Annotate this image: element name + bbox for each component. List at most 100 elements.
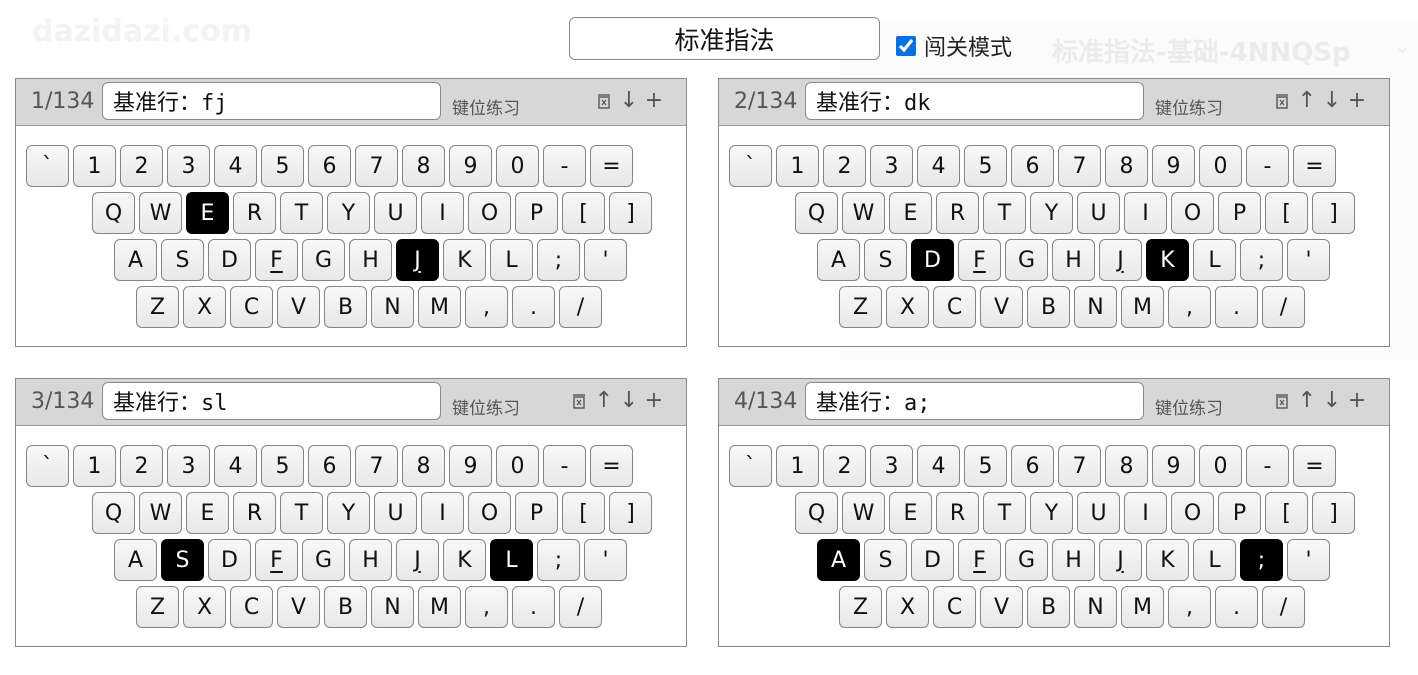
key[interactable]: .	[1215, 286, 1258, 328]
key[interactable]: L	[490, 239, 533, 281]
key[interactable]: L	[490, 539, 533, 581]
key[interactable]: J	[396, 539, 439, 581]
add-icon[interactable]: +	[644, 389, 664, 413]
key[interactable]: S	[864, 539, 907, 581]
key[interactable]: 7	[1058, 445, 1101, 487]
key[interactable]: P	[1218, 192, 1261, 234]
key[interactable]: O	[468, 192, 511, 234]
key[interactable]: 3	[167, 145, 210, 187]
key[interactable]: 4	[917, 145, 960, 187]
key[interactable]: I	[421, 192, 464, 234]
key[interactable]: ,	[1168, 586, 1211, 628]
key[interactable]: X	[886, 286, 929, 328]
key[interactable]: V	[980, 586, 1023, 628]
key[interactable]: F	[958, 539, 1001, 581]
key[interactable]: 4	[214, 145, 257, 187]
key[interactable]: 5	[261, 445, 304, 487]
key[interactable]: A	[817, 239, 860, 281]
key[interactable]: W	[842, 192, 885, 234]
key[interactable]: Y	[327, 492, 370, 534]
lesson-name-input[interactable]	[102, 82, 441, 120]
key[interactable]: K	[443, 239, 486, 281]
key[interactable]: 6	[1011, 145, 1054, 187]
key[interactable]: H	[1052, 239, 1095, 281]
key[interactable]: O	[1171, 192, 1214, 234]
key[interactable]: 7	[355, 445, 398, 487]
key[interactable]: O	[1171, 492, 1214, 534]
key[interactable]: T	[983, 192, 1026, 234]
key[interactable]: I	[421, 492, 464, 534]
key[interactable]: N	[1074, 286, 1117, 328]
key[interactable]: 8	[1105, 145, 1148, 187]
add-icon[interactable]: +	[644, 89, 664, 113]
key[interactable]: 4	[917, 445, 960, 487]
key[interactable]: L	[1193, 539, 1236, 581]
move-down-icon[interactable]: ↓	[1322, 89, 1342, 113]
move-up-icon[interactable]: ↑	[1297, 389, 1317, 413]
key[interactable]: B	[1027, 286, 1070, 328]
key[interactable]: A	[817, 539, 860, 581]
add-icon[interactable]: +	[1347, 389, 1367, 413]
key[interactable]: O	[468, 492, 511, 534]
key[interactable]: D	[911, 239, 954, 281]
key[interactable]: X	[183, 286, 226, 328]
key[interactable]: 6	[1011, 445, 1054, 487]
key[interactable]: D	[208, 539, 251, 581]
key[interactable]: [	[562, 492, 605, 534]
key[interactable]: ]	[1312, 492, 1355, 534]
key[interactable]: /	[1262, 286, 1305, 328]
key[interactable]: R	[233, 492, 276, 534]
key[interactable]: V	[277, 286, 320, 328]
key[interactable]: /	[559, 586, 602, 628]
key[interactable]: 8	[402, 145, 445, 187]
delete-icon[interactable]	[569, 389, 589, 413]
key[interactable]: S	[161, 239, 204, 281]
key[interactable]: ]	[1312, 192, 1355, 234]
key[interactable]: 2	[823, 445, 866, 487]
course-title-input[interactable]	[569, 17, 880, 60]
key[interactable]: I	[1124, 492, 1167, 534]
key[interactable]: U	[1077, 492, 1120, 534]
move-down-icon[interactable]: ↓	[1322, 389, 1342, 413]
key[interactable]: 6	[308, 445, 351, 487]
key[interactable]: 1	[776, 445, 819, 487]
key[interactable]: `	[729, 145, 772, 187]
key[interactable]: Y	[1030, 192, 1073, 234]
key[interactable]: V	[980, 286, 1023, 328]
move-up-icon[interactable]: ↑	[594, 389, 614, 413]
key[interactable]: F	[958, 239, 1001, 281]
key[interactable]: E	[186, 492, 229, 534]
key[interactable]: H	[349, 239, 392, 281]
key[interactable]: M	[1121, 286, 1164, 328]
key[interactable]: F	[255, 539, 298, 581]
move-up-icon[interactable]: ↑	[1297, 89, 1317, 113]
key[interactable]: H	[1052, 539, 1095, 581]
key[interactable]: '	[1287, 539, 1330, 581]
key[interactable]: Y	[327, 192, 370, 234]
key[interactable]: 1	[73, 145, 116, 187]
key[interactable]: 3	[870, 445, 913, 487]
key[interactable]: ,	[465, 586, 508, 628]
key[interactable]: L	[1193, 239, 1236, 281]
key[interactable]: C	[933, 586, 976, 628]
key[interactable]: K	[1146, 539, 1189, 581]
key[interactable]: -	[543, 145, 586, 187]
key[interactable]: .	[512, 586, 555, 628]
key[interactable]: 8	[1105, 445, 1148, 487]
key[interactable]: E	[889, 492, 932, 534]
key[interactable]: E	[186, 192, 229, 234]
key[interactable]: R	[936, 492, 979, 534]
key[interactable]: =	[1293, 145, 1336, 187]
key[interactable]: [	[1265, 192, 1308, 234]
key[interactable]: /	[559, 286, 602, 328]
add-icon[interactable]: +	[1347, 89, 1367, 113]
key[interactable]: W	[139, 492, 182, 534]
key[interactable]: =	[590, 145, 633, 187]
key[interactable]: Z	[136, 286, 179, 328]
key[interactable]: H	[349, 539, 392, 581]
key[interactable]: V	[277, 586, 320, 628]
key[interactable]: T	[280, 492, 323, 534]
key[interactable]: =	[1293, 445, 1336, 487]
key[interactable]: .	[512, 286, 555, 328]
key[interactable]: -	[1246, 445, 1289, 487]
